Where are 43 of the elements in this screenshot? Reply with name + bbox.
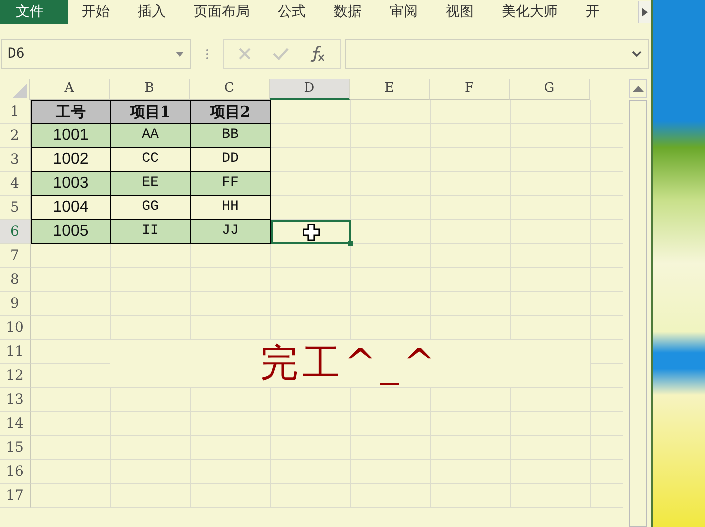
dropdown-caret-icon[interactable]: [176, 52, 184, 56]
corner-triangle-icon: [13, 84, 27, 98]
column-header[interactable]: G: [510, 79, 590, 100]
ribbon-tab[interactable]: 数据: [320, 0, 376, 24]
ribbon-tab[interactable]: 视图: [432, 0, 488, 24]
table-cell: II: [111, 220, 191, 244]
table-cell: AA: [111, 124, 191, 148]
column-header[interactable]: E: [350, 79, 430, 100]
column-header[interactable]: F: [430, 79, 510, 100]
arrow-right-icon: [642, 8, 648, 16]
row-header[interactable]: 6: [0, 220, 31, 244]
table-cell: 工号: [31, 100, 111, 124]
ribbon-tab[interactable]: 审阅: [376, 0, 432, 24]
selected-cell[interactable]: [271, 220, 351, 244]
table-cell: FF: [191, 172, 271, 196]
table-cell: 项目1: [111, 100, 191, 124]
grip-icon: [206, 48, 209, 60]
tab-scroll-button[interactable]: [638, 1, 651, 23]
ribbon-tab[interactable]: 页面布局: [180, 0, 264, 24]
cursor-icon: [302, 224, 320, 240]
table-cell: 1005: [31, 220, 111, 244]
ribbon-tab[interactable]: 公式: [264, 0, 320, 24]
ribbon-tab[interactable]: 开始: [68, 0, 124, 24]
formula-input[interactable]: [345, 39, 649, 69]
vertical-scrollbar[interactable]: [629, 79, 647, 527]
function-icon[interactable]: [310, 46, 326, 62]
ribbon-tab[interactable]: 文件: [0, 0, 68, 24]
table-cell: BB: [191, 124, 271, 148]
table-cell: 项目2: [191, 100, 271, 124]
arrow-up-icon[interactable]: [632, 86, 644, 92]
text-box: 完工^_^: [110, 340, 590, 387]
ribbon-tab[interactable]: 美化大师: [488, 0, 572, 24]
column-header[interactable]: D: [270, 79, 350, 100]
name-box[interactable]: D6: [1, 39, 191, 69]
table-cell: JJ: [191, 220, 271, 244]
ribbon-tab[interactable]: 开: [572, 0, 614, 24]
check-icon[interactable]: [272, 47, 289, 61]
table-cell: 1001: [31, 124, 111, 148]
table-cell: 1003: [31, 172, 111, 196]
expand-chevron-icon[interactable]: [632, 51, 642, 57]
name-box-value: D6: [8, 46, 25, 62]
table-cell: EE: [111, 172, 191, 196]
ribbon-tab[interactable]: 插入: [124, 0, 180, 24]
